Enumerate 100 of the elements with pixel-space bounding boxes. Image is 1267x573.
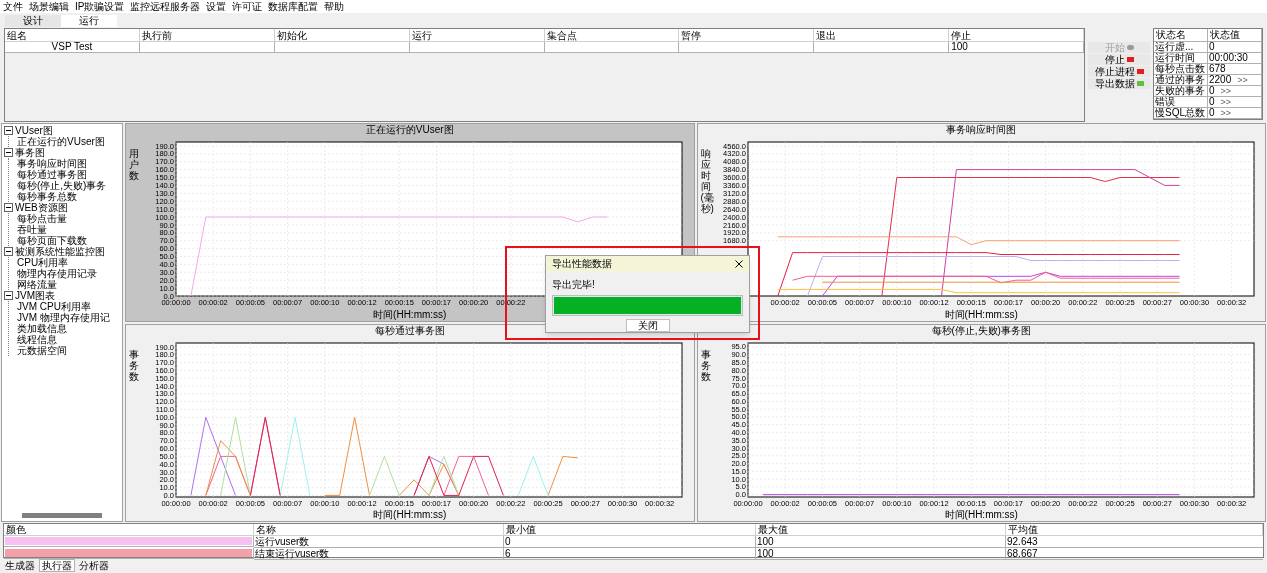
table-cell: 错误 xyxy=(1154,97,1208,108)
column-header: 最小值 xyxy=(504,524,756,536)
dialog-message: 导出完毕! xyxy=(551,277,596,292)
menu-item[interactable]: 帮助 xyxy=(324,0,345,13)
tree-item[interactable]: 每秒事务总数 xyxy=(17,191,77,202)
tree-item[interactable]: JVM图表 xyxy=(15,290,55,301)
collapse-icon[interactable] xyxy=(4,247,13,256)
table-cell: 运行虚... xyxy=(1154,42,1208,53)
tree-item[interactable]: JVM CPU利用率 xyxy=(17,301,91,312)
tree-item[interactable]: WEB资源图 xyxy=(15,202,68,213)
tree-item[interactable]: 元数据空间 xyxy=(17,345,67,356)
table-cell: 每秒点击数 xyxy=(1154,64,1208,75)
column-header: 初始化 xyxy=(276,28,307,43)
chart-title: 每秒(停止,失败)事务图 xyxy=(931,324,1031,337)
tree-item[interactable]: 正在运行的VUser图 xyxy=(17,136,105,147)
axis-label: 用户数 xyxy=(129,148,139,181)
menu-item[interactable]: 数据库配置 xyxy=(268,0,319,13)
column-header: 最大值 xyxy=(756,524,1006,536)
more-link[interactable]: >> xyxy=(1220,97,1232,107)
tree-item[interactable]: 被测系统性能监控图 xyxy=(15,246,105,257)
menu-item[interactable]: 设置 xyxy=(206,0,227,13)
column-header: 暂停 xyxy=(681,28,702,43)
table-cell: 通过的事务 xyxy=(1154,75,1208,86)
column-header: 组名 xyxy=(7,28,27,43)
column-header: 名称 xyxy=(254,524,504,536)
collapse-icon[interactable] xyxy=(4,291,13,300)
column-header: 平均值 xyxy=(1006,524,1263,536)
column-header: 颜色 xyxy=(4,524,254,536)
axis-label: 时间(HH:mm:ss) xyxy=(373,308,447,321)
menu-item[interactable]: 许可证 xyxy=(232,0,263,13)
table-cell: 678 xyxy=(1209,64,1226,74)
column-header: 集合点 xyxy=(546,28,577,43)
axis-label: 事务数 xyxy=(700,348,711,382)
collapse-icon[interactable] xyxy=(4,126,13,135)
control-button[interactable]: 导出数据 xyxy=(1088,78,1150,89)
axis-label: 时间(HH:mm:ss) xyxy=(373,509,447,521)
tab[interactable]: 运行 xyxy=(61,15,117,27)
table-cell: 92.643 xyxy=(1006,536,1263,548)
table-cell: 运行vuser数 xyxy=(254,536,504,548)
tree-item[interactable]: 物理内存使用记录 xyxy=(17,268,97,279)
more-link[interactable]: >> xyxy=(1220,108,1232,118)
menu-item[interactable]: 监控远程服务器 xyxy=(130,0,201,13)
chart-title: 每秒通过事务图 xyxy=(374,324,445,337)
table-cell: 0 xyxy=(504,536,756,548)
tree-item[interactable]: 每秒点击量 xyxy=(17,213,67,224)
tree-item[interactable]: 网络流量 xyxy=(17,279,57,290)
column-header: 状态值 xyxy=(1208,29,1262,42)
tree-item[interactable]: 事务图 xyxy=(15,147,45,158)
table-cell: 0 xyxy=(1209,108,1215,118)
tree-item[interactable]: 每秒(停止,失败)事务 xyxy=(17,180,107,191)
dialog-title: 导出性能数据 xyxy=(552,257,612,272)
tree-item[interactable]: 类加载信息 xyxy=(17,323,67,334)
tree-item[interactable]: VUser图 xyxy=(15,125,53,136)
column-header: 运行 xyxy=(411,28,432,43)
axis-label: 时间(HH:mm:ss) xyxy=(944,509,1018,521)
table-cell: 68.667 xyxy=(1006,548,1263,560)
table-cell: VSP Test xyxy=(51,42,93,52)
axis-label: 事务数 xyxy=(129,348,139,382)
menu-item[interactable]: 文件 xyxy=(3,0,23,13)
table-cell: 6 xyxy=(504,548,756,560)
table-cell: 100 xyxy=(756,548,1006,560)
more-link[interactable]: >> xyxy=(1237,75,1248,85)
table-cell: 100 xyxy=(756,536,1006,548)
table-cell: 100 xyxy=(951,42,968,52)
tree-item[interactable]: 线程信息 xyxy=(17,334,57,345)
tab[interactable]: 执行器 xyxy=(39,559,75,572)
tab[interactable]: 设计 xyxy=(5,15,61,27)
more-link[interactable]: >> xyxy=(1220,86,1232,96)
scrollbar-thumb[interactable] xyxy=(22,513,102,518)
menu-item[interactable]: IP欺骗设置 xyxy=(75,0,125,13)
tree-item[interactable]: 吞吐量 xyxy=(17,224,47,235)
table-cell: 运行时间 xyxy=(1154,53,1208,64)
table-cell: 慢SQL总数 xyxy=(1154,108,1208,119)
control-button[interactable]: 停止进程 xyxy=(1088,66,1150,77)
table-cell: 失败的事务 xyxy=(1154,86,1208,97)
close-button[interactable]: 关闭 xyxy=(625,319,670,332)
tree-item[interactable]: CPU利用率 xyxy=(17,257,69,268)
table-cell: 0 xyxy=(1209,42,1215,52)
table-cell: 2200 xyxy=(1209,75,1232,85)
control-button[interactable]: 停止 xyxy=(1088,54,1150,65)
chart-title: 事务响应时间图 xyxy=(946,124,1017,136)
collapse-icon[interactable] xyxy=(4,203,13,212)
tree-item[interactable]: 每秒页面下载数 xyxy=(17,235,87,246)
table-cell: 00:00:30 xyxy=(1209,53,1248,63)
tab[interactable]: 生成器 xyxy=(2,559,38,572)
close-icon[interactable] xyxy=(735,259,743,268)
tab[interactable]: 分析器 xyxy=(76,559,112,572)
collapse-icon[interactable] xyxy=(4,148,13,157)
menu-item[interactable]: 场景编辑 xyxy=(29,0,69,13)
tree-item[interactable]: 每秒通过事务图 xyxy=(17,169,87,180)
column-header: 退出 xyxy=(816,28,837,43)
table-cell: 结束运行vuser数 xyxy=(254,548,504,560)
column-header: 停止 xyxy=(951,28,972,42)
column-header: 执行前 xyxy=(141,28,172,43)
tree-item[interactable]: JVM 物理内存使用记 xyxy=(17,312,110,323)
chart-title: 正在运行的VUser图 xyxy=(365,124,454,136)
column-header: 状态名 xyxy=(1154,29,1208,42)
tree-item[interactable]: 事务响应时间图 xyxy=(17,158,87,169)
axis-label: 时间(HH:mm:ss) xyxy=(944,308,1018,321)
table-cell: 0 xyxy=(1209,86,1215,96)
